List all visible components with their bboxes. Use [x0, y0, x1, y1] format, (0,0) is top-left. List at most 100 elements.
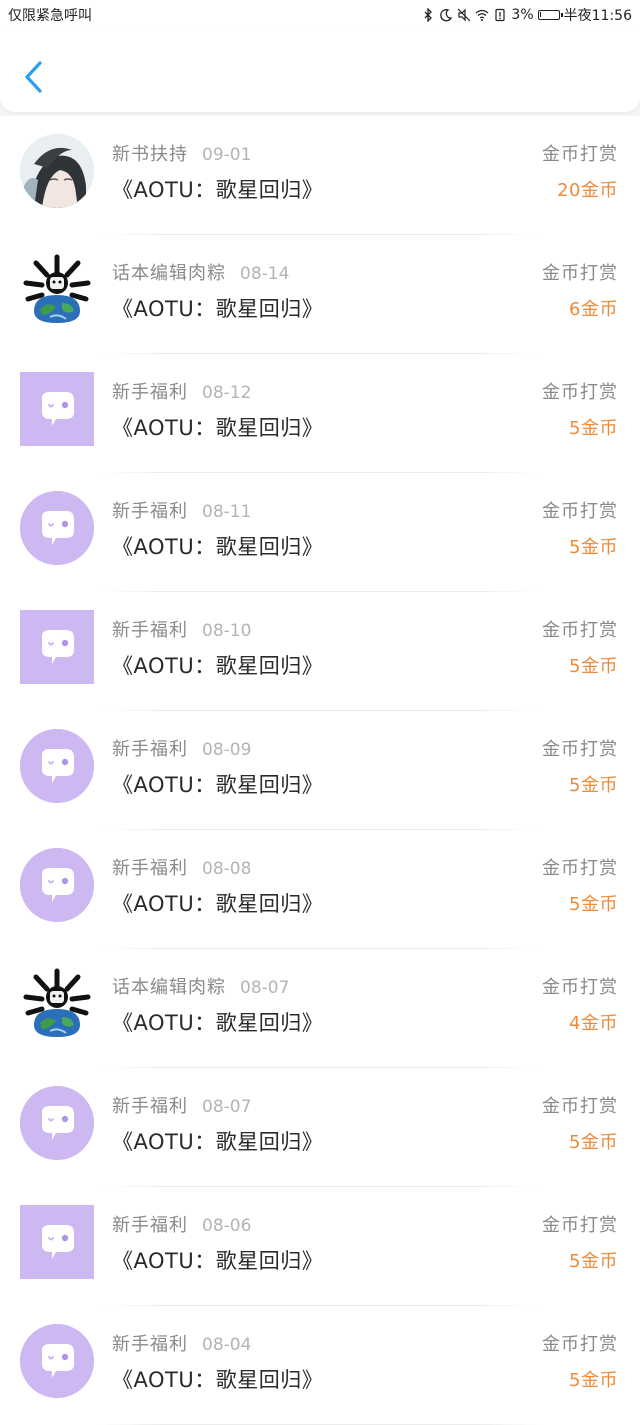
wifi-icon	[476, 9, 489, 21]
reward-date: 08-09	[202, 740, 252, 760]
moon-icon	[440, 9, 453, 22]
reward-type: 金币打赏	[542, 620, 618, 641]
status-bar: 仅限紧急呼叫 3% 半夜11:56	[0, 0, 640, 30]
giver-name: 话本编辑肉粽	[112, 977, 226, 998]
book-title: 《AOTU：歌星回归》	[112, 1011, 324, 1035]
reward-type: 金币打赏	[542, 1215, 618, 1236]
mute-icon	[457, 8, 471, 22]
reward-amount: 5金币	[569, 775, 618, 796]
reward-type: 金币打赏	[542, 501, 618, 522]
reward-type: 金币打赏	[542, 263, 618, 284]
chat-bubble-icon	[20, 1324, 94, 1398]
chat-bubble-icon	[20, 491, 94, 565]
reward-type: 金币打赏	[542, 1096, 618, 1117]
item-title: 新手福利 08-04	[112, 1330, 251, 1356]
reward-type: 金币打赏	[542, 739, 618, 760]
item-title: 新书扶持 09-01	[112, 140, 251, 166]
book-title: 《AOTU：歌星回归》	[112, 1368, 324, 1392]
giver-name: 新书扶持	[112, 144, 188, 165]
list-item[interactable]: 新手福利 08-11 《AOTU：歌星回归》 金币打赏 5金币	[0, 473, 640, 592]
reward-date: 08-10	[202, 621, 252, 641]
status-icons: 3% 半夜11:56	[421, 5, 632, 25]
reward-amount: 5金币	[569, 418, 618, 439]
back-button[interactable]	[14, 52, 54, 102]
bluetooth-icon	[424, 8, 433, 22]
item-title: 新手福利 08-10	[112, 616, 251, 642]
giver-name: 话本编辑肉粽	[112, 263, 226, 284]
avatar	[20, 134, 94, 208]
sim-alert-icon	[495, 8, 506, 22]
item-title: 话本编辑肉粽 08-14	[112, 259, 289, 285]
book-title: 《AOTU：歌星回归》	[112, 297, 324, 321]
reward-amount: 5金币	[569, 894, 618, 915]
item-title: 新手福利 08-12	[112, 378, 251, 404]
chat-bubble-icon	[20, 610, 94, 684]
reward-date: 08-06	[202, 1216, 252, 1236]
reward-date: 08-08	[202, 859, 252, 879]
reward-amount: 5金币	[569, 1370, 618, 1391]
list-item[interactable]: 新手福利 08-07 《AOTU：歌星回归》 金币打赏 5金币	[0, 1068, 640, 1187]
chat-bubble-icon	[20, 1205, 94, 1279]
giver-name: 新手福利	[112, 739, 188, 760]
reward-date: 08-11	[202, 502, 252, 522]
list-item[interactable]: 新手福利 08-06 《AOTU：歌星回归》 金币打赏 5金币	[0, 1187, 640, 1306]
list-item[interactable]: 新书扶持 09-01 《AOTU：歌星回归》 金币打赏 20金币	[0, 116, 640, 235]
avatar	[20, 372, 94, 446]
reward-amount: 20金币	[557, 180, 618, 201]
book-title: 《AOTU：歌星回归》	[112, 178, 324, 202]
reward-amount: 5金币	[569, 537, 618, 558]
list-item[interactable]: 话本编辑肉粽 08-07 《AOTU：歌星回归》 金币打赏 4金币	[0, 949, 640, 1068]
reward-amount: 5金币	[569, 656, 618, 677]
avatar	[20, 610, 94, 684]
list-item[interactable]: 新手福利 08-08 《AOTU：歌星回归》 金币打赏 5金币	[0, 830, 640, 949]
giver-name: 新手福利	[112, 1334, 188, 1355]
reward-date: 08-04	[202, 1335, 252, 1355]
item-title: 新手福利 08-11	[112, 497, 251, 523]
item-title: 新手福利 08-07	[112, 1092, 251, 1118]
anime-portrait-icon	[20, 134, 94, 208]
list-item[interactable]: 新手福利 08-09 《AOTU：歌星回归》 金币打赏 5金币	[0, 711, 640, 830]
clock: 半夜11:56	[563, 8, 632, 24]
reward-amount: 6金币	[569, 299, 618, 320]
giver-name: 新手福利	[112, 620, 188, 641]
item-title: 新手福利 08-09	[112, 735, 251, 761]
list-item[interactable]: 新手福利 08-10 《AOTU：歌星回归》 金币打赏 5金币	[0, 592, 640, 711]
chat-bubble-icon	[20, 372, 94, 446]
reward-type: 金币打赏	[542, 977, 618, 998]
avatar	[20, 729, 94, 803]
book-title: 《AOTU：歌星回归》	[112, 1130, 324, 1154]
chat-bubble-icon	[20, 729, 94, 803]
carrier-text: 仅限紧急呼叫	[8, 8, 92, 24]
book-title: 《AOTU：歌星回归》	[112, 654, 324, 678]
reward-date: 08-07	[202, 1097, 252, 1117]
reward-date: 08-12	[202, 383, 252, 403]
reward-type: 金币打赏	[542, 144, 618, 165]
battery-level-fill	[539, 12, 541, 17]
battery-percent: 3%	[511, 7, 534, 23]
chevron-left-icon	[25, 61, 42, 93]
reward-type: 金币打赏	[542, 858, 618, 879]
reward-date: 08-14	[240, 264, 290, 284]
giver-name: 新手福利	[112, 858, 188, 879]
reward-amount: 5金币	[569, 1251, 618, 1272]
reward-record-list: 新书扶持 09-01 《AOTU：歌星回归》 金币打赏 20金币 话本编辑肉粽 08…	[0, 116, 640, 1425]
avatar	[20, 848, 94, 922]
book-title: 《AOTU：歌星回归》	[112, 416, 324, 440]
giver-name: 新手福利	[112, 1215, 188, 1236]
book-title: 《AOTU：歌星回归》	[112, 773, 324, 797]
globe-skull-icon	[20, 253, 94, 327]
list-item[interactable]: 新手福利 08-04 《AOTU：歌星回归》 金币打赏 5金币	[0, 1306, 640, 1425]
chat-bubble-icon	[20, 1086, 94, 1160]
item-title: 话本编辑肉粽 08-07	[112, 973, 289, 999]
reward-date: 09-01	[202, 145, 252, 165]
list-item[interactable]: 话本编辑肉粽 08-14 《AOTU：歌星回归》 金币打赏 6金币	[0, 235, 640, 354]
avatar	[20, 253, 94, 327]
reward-amount: 4金币	[569, 1013, 618, 1034]
reward-type: 金币打赏	[542, 382, 618, 403]
giver-name: 新手福利	[112, 501, 188, 522]
avatar	[20, 967, 94, 1041]
avatar	[20, 491, 94, 565]
chat-bubble-icon	[20, 848, 94, 922]
reward-type: 金币打赏	[542, 1334, 618, 1355]
list-item[interactable]: 新手福利 08-12 《AOTU：歌星回归》 金币打赏 5金币	[0, 354, 640, 473]
